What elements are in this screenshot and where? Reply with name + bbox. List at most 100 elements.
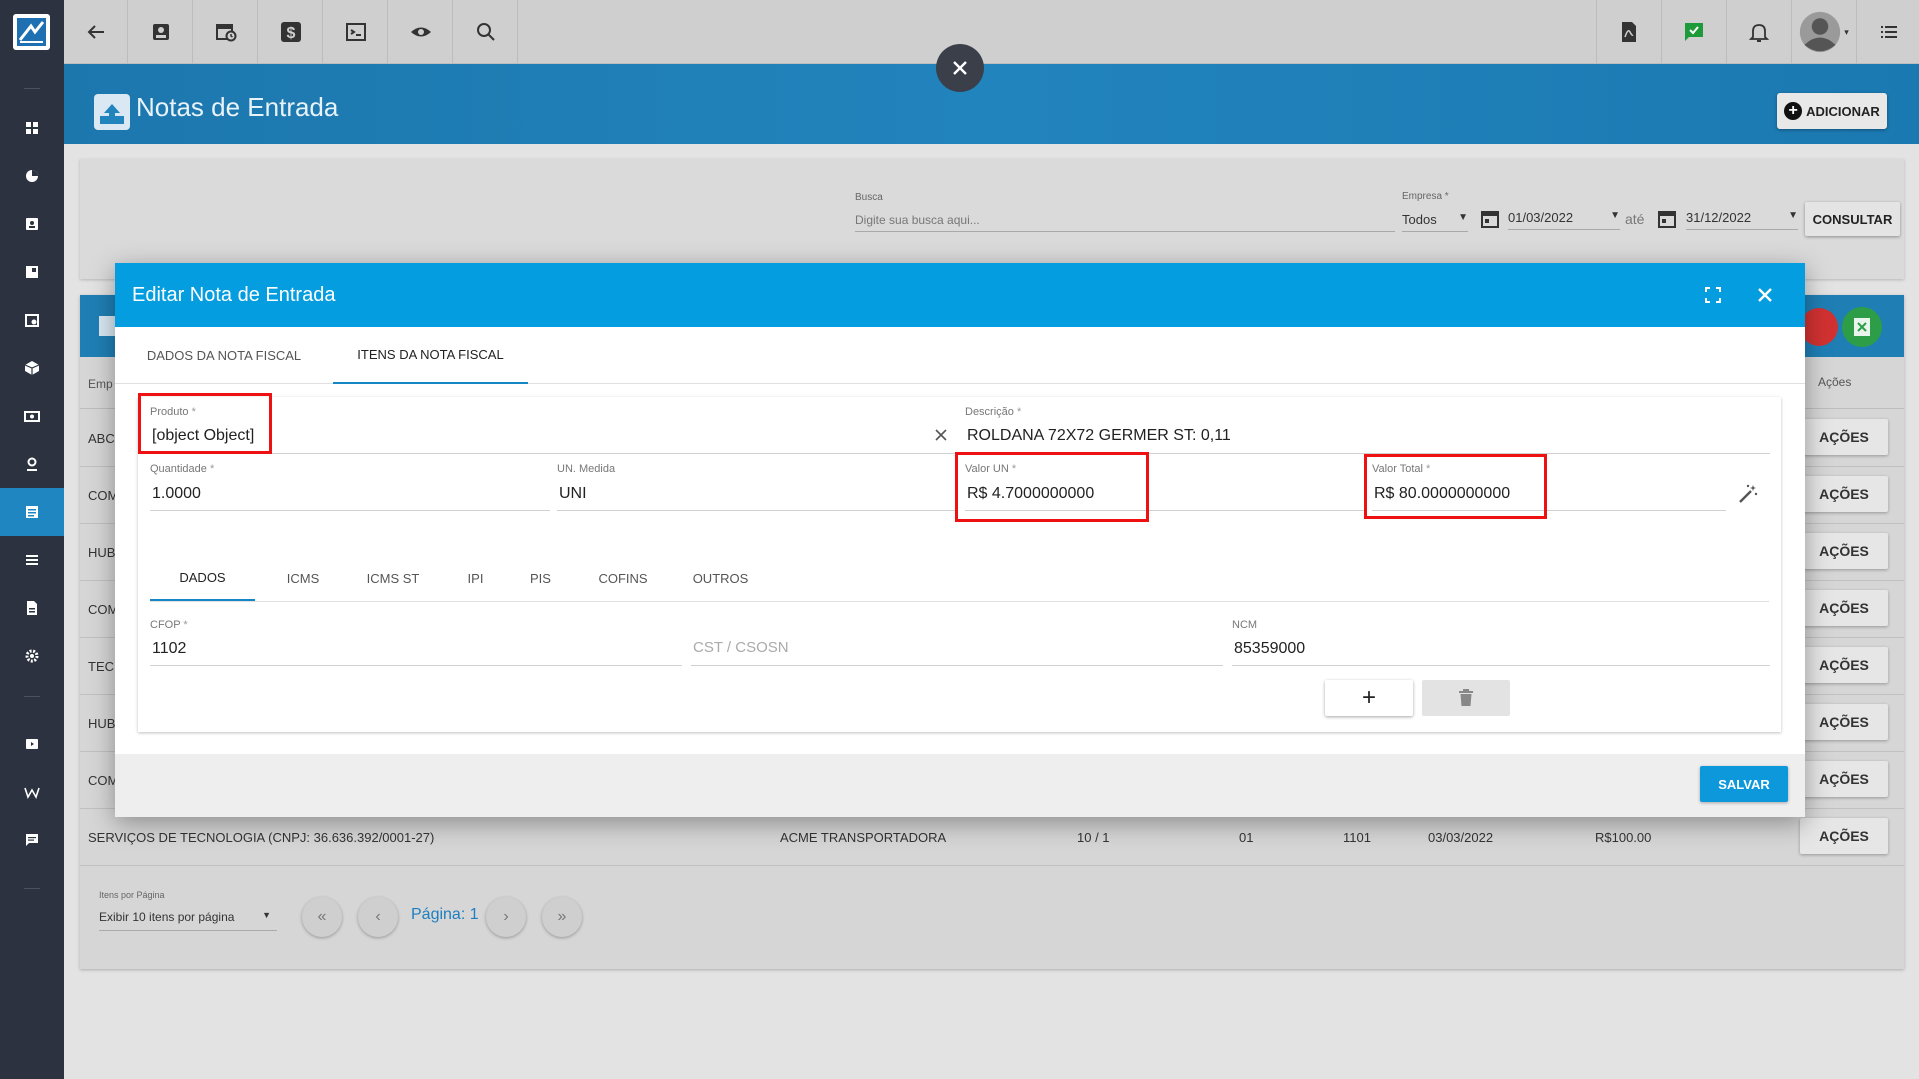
subtab-icms-st[interactable]: ICMS ST	[343, 555, 443, 601]
fullscreen-icon[interactable]	[1701, 283, 1725, 312]
calendar-icon[interactable]	[1657, 209, 1677, 234]
descricao-input[interactable]: ROLDANA 72X72 GERMER ST: 0,11	[967, 427, 1231, 445]
quantidade-label: Quantidade *	[150, 463, 214, 475]
sidebar-settings-icon[interactable]	[0, 632, 64, 680]
row-valor: R$100.00	[1595, 830, 1652, 845]
subtab-cofins[interactable]: COFINS	[573, 555, 673, 601]
acoes-button[interactable]: AÇÕES	[1800, 761, 1888, 797]
subtab-pis[interactable]: PIS	[508, 555, 573, 601]
consultar-button[interactable]: CONSULTAR	[1805, 202, 1900, 236]
calendar-icon[interactable]	[1480, 209, 1500, 234]
contact-icon[interactable]	[129, 0, 193, 64]
required-marker: *	[183, 619, 188, 631]
app-logo[interactable]	[13, 14, 50, 50]
eye-icon[interactable]	[389, 0, 453, 64]
acoes-button[interactable]: AÇÕES	[1800, 818, 1888, 854]
sidebar-money-icon[interactable]	[0, 392, 64, 440]
col-acoes: Ações	[1818, 375, 1852, 389]
sidebar-video-icon[interactable]	[0, 720, 64, 768]
highlight-box-produto	[138, 393, 272, 454]
calendar-clock-icon[interactable]	[194, 0, 258, 64]
sidebar-location-icon[interactable]	[0, 440, 64, 488]
sidebar-document-icon[interactable]	[0, 584, 64, 632]
modal-header: Editar Nota de Entrada	[115, 263, 1805, 327]
acoes-button[interactable]: AÇÕES	[1800, 533, 1888, 569]
sidebar-chat-icon[interactable]	[0, 816, 64, 864]
sidebar-notes-icon[interactable]	[0, 488, 64, 536]
cfop-input[interactable]: 1102	[152, 640, 186, 658]
date-to-input[interactable]: 31/12/2022 ▼	[1686, 210, 1798, 230]
bell-icon[interactable]	[1726, 0, 1790, 64]
sidebar-calendar-icon[interactable]	[0, 296, 64, 344]
acoes-button[interactable]: AÇÕES	[1800, 590, 1888, 626]
excel-export-button[interactable]	[1842, 307, 1882, 347]
prev-page-button[interactable]: ‹	[358, 897, 398, 937]
cst-csosn-input[interactable]: CST / CSOSN	[693, 639, 789, 656]
approved-chat-icon[interactable]	[1661, 0, 1725, 64]
row-transportadora: ACME TRANSPORTADORA	[780, 830, 947, 845]
subtab-dados[interactable]: DADOS	[150, 555, 255, 601]
last-page-button[interactable]: »	[542, 897, 582, 937]
svg-text:$: $	[286, 25, 295, 42]
row-emp: HUB	[88, 545, 116, 560]
un-medida-input[interactable]: UNI	[559, 485, 587, 503]
close-icon[interactable]	[1753, 283, 1777, 312]
empresa-select[interactable]: Todos ▼	[1402, 212, 1468, 232]
add-button[interactable]: + ADICIONAR	[1777, 93, 1887, 129]
terminal-icon[interactable]	[324, 0, 388, 64]
descricao-label-text: Descrição	[965, 406, 1014, 418]
acoes-button[interactable]: AÇÕES	[1800, 419, 1888, 455]
clear-icon[interactable]	[934, 428, 948, 447]
sidebar-dashboard-icon[interactable]	[0, 104, 64, 152]
cfop-label: CFOP *	[150, 619, 188, 631]
subtab-icms[interactable]: ICMS	[263, 555, 343, 601]
magic-wand-icon[interactable]	[1736, 482, 1760, 511]
menu-icon[interactable]	[1856, 0, 1919, 64]
sidebar-book-icon[interactable]	[0, 248, 64, 296]
back-arrow-icon[interactable]	[64, 0, 128, 64]
acoes-button[interactable]: AÇÕES	[1800, 476, 1888, 512]
add-item-button[interactable]: +	[1325, 680, 1413, 716]
sidebar-box-icon[interactable]	[0, 344, 64, 392]
itens-por-pagina-value: Exibir 10 itens por página	[99, 910, 235, 924]
dropdown-arrow-icon: ▼	[1788, 210, 1798, 221]
item-form-card: Produto * [object Object] Descrição * RO…	[138, 393, 1781, 732]
subtab-ipi[interactable]: IPI	[443, 555, 508, 601]
acoes-button[interactable]: AÇÕES	[1800, 704, 1888, 740]
subtab-outros[interactable]: OUTROS	[673, 555, 768, 601]
sidebar-wordpress-icon[interactable]	[0, 768, 64, 816]
tab-dados-nota-fiscal[interactable]: DADOS DA NOTA FISCAL	[115, 327, 333, 384]
cfop-label-text: CFOP	[150, 619, 181, 631]
delete-item-button[interactable]	[1422, 680, 1510, 716]
un-medida-underline	[557, 510, 957, 511]
quantidade-input[interactable]: 1.0000	[152, 485, 201, 503]
subtabs-divider	[150, 601, 1769, 602]
tab-itens-nota-fiscal[interactable]: ITENS DA NOTA FISCAL	[333, 327, 528, 384]
pdf-icon[interactable]	[1596, 0, 1660, 64]
sidebar-chart-icon[interactable]	[0, 152, 64, 200]
quantidade-underline	[150, 510, 550, 511]
cst-underline	[691, 665, 1223, 666]
next-page-button[interactable]: ›	[486, 897, 526, 937]
sidebar-list-icon[interactable]	[0, 536, 64, 584]
upload-icon	[94, 94, 130, 130]
close-overlay-button[interactable]	[936, 44, 984, 92]
pdf-export-button[interactable]	[1800, 308, 1838, 346]
user-avatar[interactable]: ▾	[1791, 0, 1855, 64]
search-input[interactable]: Digite sua busca aqui...	[855, 213, 1395, 232]
acoes-button[interactable]: AÇÕES	[1800, 647, 1888, 683]
search-icon[interactable]	[454, 0, 518, 64]
dollar-icon[interactable]: $	[259, 0, 323, 64]
trash-icon	[1459, 689, 1473, 706]
first-page-button[interactable]: «	[302, 897, 342, 937]
descricao-label: Descrição *	[965, 406, 1021, 418]
itens-por-pagina-select[interactable]: Exibir 10 itens por página ▼	[99, 910, 277, 931]
row-numero: 10 / 1	[1077, 830, 1110, 845]
ncm-input[interactable]: 85359000	[1234, 640, 1305, 658]
sidebar-contact-icon[interactable]	[0, 200, 64, 248]
empresa-value: Todos	[1402, 212, 1437, 227]
salvar-button[interactable]: SALVAR	[1700, 766, 1788, 802]
row-emp: COM	[88, 773, 119, 788]
date-from-input[interactable]: 01/03/2022 ▼	[1508, 210, 1620, 230]
modal-title: Editar Nota de Entrada	[132, 284, 336, 306]
